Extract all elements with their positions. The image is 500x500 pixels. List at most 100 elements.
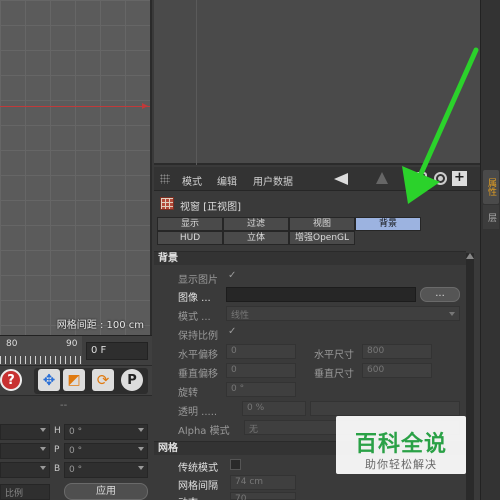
v-size-label: 垂直尺寸	[314, 369, 354, 380]
rotate-icon: ⟳	[96, 371, 110, 389]
tab-display[interactable]: 显示	[157, 217, 223, 231]
tab-background[interactable]: 背景	[355, 217, 421, 231]
chevron-down-icon	[138, 447, 144, 451]
record-key-button[interactable]: P	[121, 369, 143, 391]
lock-icon[interactable]	[415, 172, 427, 185]
legacy-mode-checkbox[interactable]	[230, 459, 241, 470]
chevron-down-icon	[40, 428, 46, 432]
chevron-down-icon	[449, 312, 455, 316]
h-size-label: 水平尺寸	[314, 350, 354, 361]
chevron-down-icon	[138, 466, 144, 470]
target-icon[interactable]	[434, 172, 447, 185]
new-panel-icon[interactable]: +	[452, 171, 467, 186]
grip-icon[interactable]	[160, 174, 170, 184]
x-axis-arrow-icon	[142, 103, 148, 109]
attribute-menubar: 模式 编辑 用户数据 +	[154, 167, 480, 191]
keep-ratio-label: 保持比例	[178, 331, 218, 342]
object-header: 视窗 [正视图]	[154, 192, 480, 214]
perspective-viewport[interactable]	[154, 0, 480, 165]
coord-axis-label: B	[54, 464, 61, 474]
watermark-subtitle: 助你轻松解决	[365, 458, 437, 471]
image-browse-button[interactable]: ...	[420, 287, 460, 302]
coord-rotation-field[interactable]: 0 °	[64, 462, 148, 478]
timeline-ruler[interactable]: 80 90	[0, 336, 82, 366]
menu-user-data[interactable]: 用户数据	[253, 173, 293, 188]
x-axis-line	[0, 106, 150, 107]
mode-label: 模式 ...	[178, 312, 211, 323]
rotate-field[interactable]: 0 °	[226, 382, 296, 397]
coord-row: H 0 °	[0, 424, 152, 442]
coord-size-field[interactable]	[0, 443, 50, 459]
help-button[interactable]: ?	[0, 369, 22, 391]
scale-tool-button[interactable]: ◩	[63, 369, 85, 391]
alpha-mode-label: Alpha 模式	[178, 426, 230, 437]
watermark-title: 百科全说	[354, 432, 447, 457]
coord-size-field[interactable]	[0, 462, 50, 478]
section-background[interactable]: 背景	[154, 251, 466, 265]
rotate-tool-button[interactable]: ⟳	[92, 369, 114, 391]
coord-axis-label: P	[54, 445, 60, 455]
watermark: 百科全说 助你轻松解决	[336, 416, 466, 474]
grid-spacing-readout: 网格间距 : 100 cm	[56, 320, 144, 331]
grid-spacing-field[interactable]: 74 cm	[230, 475, 296, 490]
coord-axis-label: H	[54, 426, 61, 436]
show-image-checkbox[interactable]: ✓	[228, 271, 238, 281]
v-size-field[interactable]: 600	[362, 363, 432, 378]
tab-view[interactable]: 视图	[289, 217, 355, 231]
ruler-ticks	[0, 356, 82, 364]
tab-hud[interactable]: HUD	[157, 231, 223, 245]
viewport-object-icon	[160, 197, 174, 210]
tab-filter[interactable]: 过滤	[223, 217, 289, 231]
coord-value: 0 °	[69, 427, 83, 437]
manager-tab-strip: 属性 层	[480, 0, 500, 500]
menu-mode[interactable]: 模式	[182, 173, 202, 188]
timeline: 80 90 0 F	[0, 335, 152, 366]
scale-icon: ◩	[67, 372, 81, 388]
image-label: 图像 ...	[178, 293, 211, 304]
dynamic-field[interactable]: 70	[230, 492, 296, 500]
coord-header: --	[60, 400, 68, 411]
up-arrow-icon[interactable]	[376, 172, 388, 184]
coord-row: B 0 °	[0, 462, 152, 480]
tab-stereo[interactable]: 立体	[223, 231, 289, 245]
tab-layers[interactable]: 层	[483, 205, 499, 229]
v-offset-field[interactable]: 0	[226, 363, 296, 378]
coord-size-field[interactable]	[0, 424, 50, 440]
object-title: 视窗 [正视图]	[180, 202, 241, 213]
coordinates-panel: -- H 0 ° P 0 ° B 0 ° 比例 应用	[0, 395, 152, 500]
mode-dropdown[interactable]: 线性	[226, 306, 460, 321]
h-offset-field[interactable]: 0	[226, 344, 296, 359]
grid-spacing-label: 网格间隔	[178, 481, 218, 492]
tab-enhanced-opengl[interactable]: 增强OpenGL	[289, 231, 355, 245]
tab-attributes[interactable]: 属性	[483, 170, 499, 204]
chevron-down-icon	[40, 447, 46, 451]
coord-value: 0 °	[69, 446, 83, 456]
image-path-field[interactable]	[226, 287, 416, 302]
keep-ratio-checkbox[interactable]: ✓	[228, 327, 238, 337]
rotate-label: 旋转	[178, 388, 198, 399]
ruler-label: 90	[66, 339, 78, 349]
viewport-divider	[196, 0, 197, 165]
back-arrow-icon[interactable]	[334, 173, 348, 185]
v-offset-label: 垂直偏移	[178, 369, 218, 380]
current-frame-field[interactable]: 0 F	[86, 342, 148, 360]
coord-rotation-field[interactable]: 0 °	[64, 443, 148, 459]
scroll-up-icon[interactable]	[466, 253, 474, 259]
chevron-down-icon	[40, 466, 46, 470]
dynamic-label: 动态	[178, 494, 198, 500]
transparency-slider[interactable]	[310, 401, 460, 416]
transport-toolbar: ? ✥ ◩ ⟳ P	[0, 365, 152, 395]
front-viewport[interactable]: 网格间距 : 100 cm	[0, 0, 152, 335]
coord-mode-select[interactable]: 比例	[0, 484, 50, 500]
show-image-label: 显示图片	[178, 275, 218, 286]
coord-rotation-field[interactable]: 0 °	[64, 424, 148, 440]
mode-value: 线性	[231, 311, 250, 321]
transparency-field[interactable]: 0 %	[242, 401, 306, 416]
move-tool-button[interactable]: ✥	[38, 369, 60, 391]
menu-edit[interactable]: 编辑	[217, 173, 237, 188]
h-size-field[interactable]: 800	[362, 344, 432, 359]
attribute-scrollbar[interactable]	[466, 253, 474, 500]
ruler-label: 80	[6, 339, 18, 349]
apply-button[interactable]: 应用	[64, 483, 148, 500]
legacy-mode-label: 传统模式	[178, 463, 218, 474]
